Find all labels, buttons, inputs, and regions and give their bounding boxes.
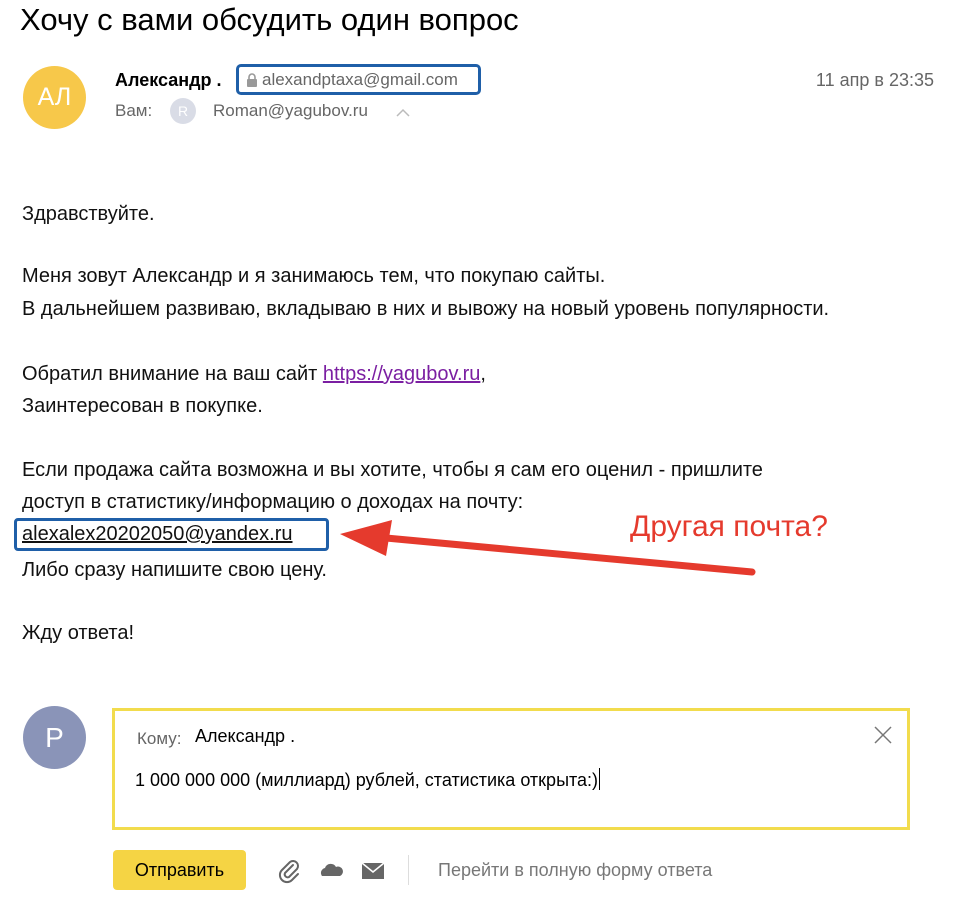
paperclip-icon[interactable]	[277, 858, 303, 884]
body-greeting: Здравствуйте.	[22, 203, 155, 225]
body-para2-line2: Заинтересован в покупке.	[22, 395, 263, 417]
body-para2-prefix: Обратил внимание на ваш сайт	[22, 363, 323, 385]
recipient-avatar: R	[170, 98, 196, 124]
reply-to-label: Кому:	[137, 729, 182, 748]
reply-to-name[interactable]: Александр .	[195, 726, 295, 747]
recipient-label: Вам:	[115, 101, 153, 120]
body-para2-suffix: ,	[480, 363, 486, 385]
sender-email[interactable]: alexandptaxa@gmail.com	[262, 70, 458, 90]
reply-text-input[interactable]: 1 000 000 000 (миллиард) рублей, статист…	[135, 768, 601, 791]
body-closing: Жду ответа!	[22, 622, 135, 644]
body-para3-line4: Либо сразу напишите свою цену.	[22, 559, 327, 581]
lock-icon	[247, 72, 257, 87]
send-button[interactable]: Отправить	[113, 850, 246, 890]
body-para1-line2: В дальнейшем развиваю, вкладываю в них и…	[22, 298, 830, 320]
body-para2-line1: Обратил внимание на ваш сайт https://yag…	[22, 360, 486, 388]
reply-text-value: 1 000 000 000 (миллиард) рублей, статист…	[135, 770, 599, 790]
body-para1-line1: Меня зовут Александр и я занимаюсь тем, …	[22, 265, 606, 287]
text-caret	[599, 768, 601, 790]
site-link[interactable]: https://yagubov.ru	[323, 363, 481, 385]
sender-avatar[interactable]: АЛ	[23, 66, 86, 129]
sender-name[interactable]: Александр .	[115, 70, 222, 91]
reply-box[interactable]: Кому: Александр . 1 000 000 000 (миллиар…	[112, 708, 910, 830]
chevron-up-icon[interactable]	[396, 108, 410, 118]
full-form-link[interactable]: Перейти в полную форму ответа	[438, 860, 712, 881]
contact-email-link[interactable]: alexalex20202050@yandex.ru	[22, 520, 293, 548]
envelope-icon[interactable]	[360, 858, 386, 884]
email-subject: Хочу с вами обсудить один вопрос	[20, 2, 519, 37]
recipient-email[interactable]: Roman@yagubov.ru	[213, 101, 368, 121]
cloud-icon[interactable]	[318, 858, 344, 884]
reply-avatar: Р	[23, 706, 86, 769]
body-para3-line1: Если продажа сайта возможна и вы хотите,…	[22, 459, 763, 481]
email-date: 11 апр в 23:35	[815, 70, 934, 90]
sender-email-highlight: alexandptaxa@gmail.com	[236, 64, 481, 95]
annotation-label: Другая почта?	[630, 510, 828, 543]
body-para3-line2: доступ в статистику/информацию о доходах…	[22, 491, 524, 513]
toolbar-divider	[408, 855, 409, 885]
close-icon[interactable]	[873, 725, 893, 745]
